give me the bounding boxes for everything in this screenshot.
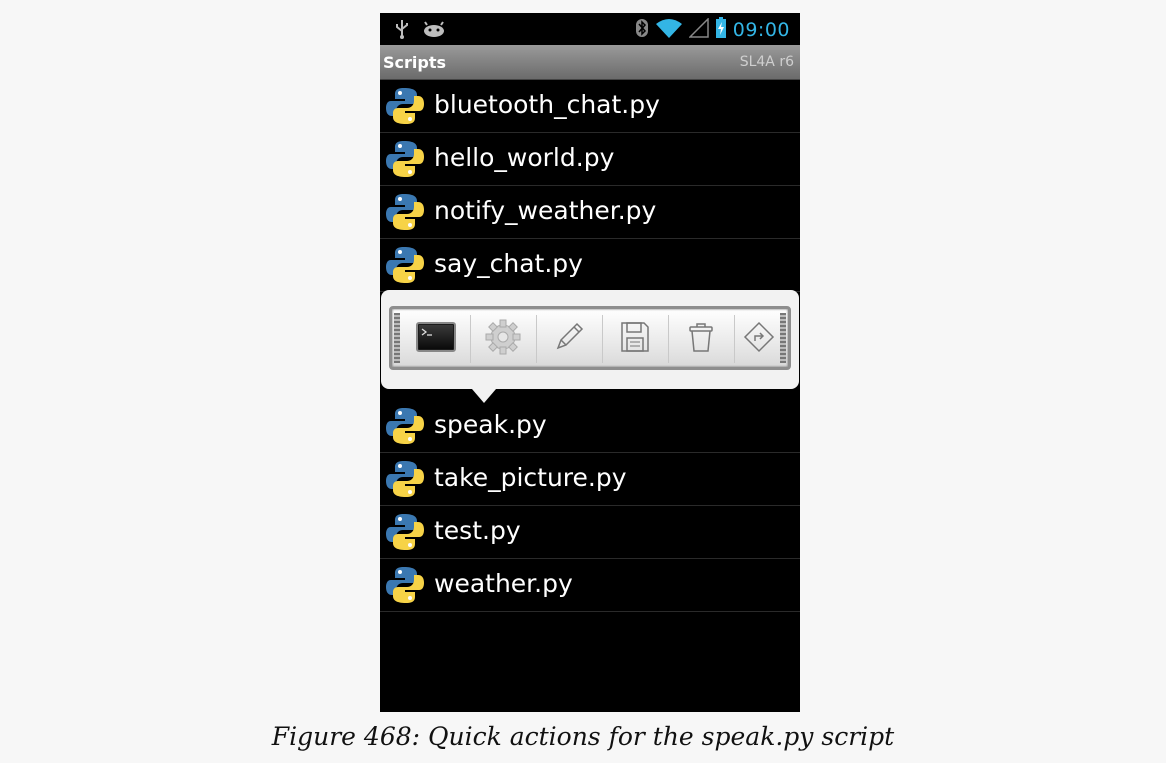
phone-screen: 09:00 Scripts SL4A r6 bluetooth_chat.py … (380, 13, 800, 712)
delete-button[interactable] (669, 311, 733, 367)
bluetooth-icon (635, 18, 649, 42)
python-icon (385, 565, 425, 605)
grip-left (394, 313, 400, 363)
python-icon (385, 406, 425, 446)
script-name: test.py (434, 516, 521, 545)
list-item[interactable]: take_picture.py (380, 453, 800, 506)
python-icon (385, 86, 425, 126)
script-name: hello_world.py (434, 143, 615, 172)
quick-action-popup (380, 290, 800, 403)
clock: 09:00 (732, 19, 790, 41)
run-in-background-icon (483, 317, 523, 361)
python-icon (385, 139, 425, 179)
delete-icon (688, 321, 714, 357)
figure-caption: Figure 468: Quick actions for the speak.… (271, 722, 895, 751)
list-item[interactable]: say_chat.py (380, 239, 800, 292)
open-external-icon (743, 321, 775, 357)
script-name: say_chat.py (434, 249, 583, 278)
battery-charging-icon (715, 17, 727, 43)
list-item[interactable]: speak.py (380, 400, 800, 453)
list-item[interactable]: hello_world.py (380, 133, 800, 186)
run-terminal-button[interactable] (404, 311, 468, 367)
edit-icon (552, 320, 586, 358)
edit-button[interactable] (537, 311, 601, 367)
python-icon (385, 512, 425, 552)
save-button[interactable] (603, 311, 667, 367)
quick-action-bar (389, 306, 791, 370)
page-title: Scripts (383, 53, 447, 72)
quick-action-panel (381, 290, 799, 389)
run-background-button[interactable] (471, 311, 535, 367)
list-item[interactable]: test.py (380, 506, 800, 559)
python-icon (385, 245, 425, 285)
wifi-icon (655, 17, 683, 43)
script-name: speak.py (434, 410, 547, 439)
python-icon (385, 192, 425, 232)
popup-pointer (472, 389, 496, 403)
script-name: notify_weather.py (434, 196, 657, 225)
android-debug-icon (422, 21, 446, 41)
save-icon (620, 321, 650, 357)
title-bar: Scripts SL4A r6 (380, 45, 800, 80)
grip-right (780, 313, 786, 363)
signal-icon (687, 17, 709, 42)
run-in-terminal-icon (416, 322, 456, 356)
script-name: weather.py (434, 569, 573, 598)
usb-icon (394, 19, 410, 43)
list-item[interactable]: bluetooth_chat.py (380, 80, 800, 133)
list-item[interactable]: weather.py (380, 559, 800, 612)
list-item[interactable]: notify_weather.py (380, 186, 800, 239)
script-name: bluetooth_chat.py (434, 90, 660, 119)
version-label: SL4A r6 (739, 54, 794, 70)
status-bar: 09:00 (380, 13, 800, 45)
python-icon (385, 459, 425, 499)
script-name: take_picture.py (434, 463, 627, 492)
